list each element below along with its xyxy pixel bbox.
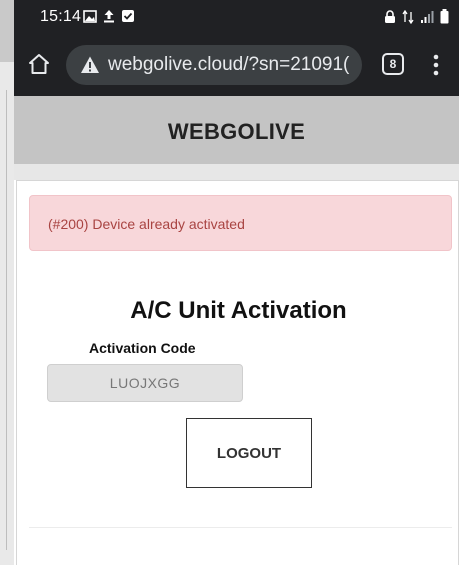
- check-box-icon: [122, 10, 134, 22]
- background-window-border: [6, 90, 7, 550]
- status-notification-icons: [83, 9, 135, 23]
- lock-icon: [385, 9, 395, 23]
- tab-count: 8: [389, 57, 397, 71]
- tabs-icon[interactable]: 8: [382, 53, 404, 75]
- alert-message: (#200) Device already activated: [48, 216, 245, 232]
- browser-toolbar: webgolive.cloud/?sn=21091( 8: [14, 34, 459, 96]
- site-header: WEBGOLIVE: [14, 96, 459, 164]
- address-bar[interactable]: webgolive.cloud/?sn=21091(: [66, 45, 362, 85]
- activation-card: (#200) Device already activated A/C Unit…: [16, 180, 459, 565]
- phone-screen: 15:14 webgolive.cloud/?sn=21091(8 WEBGO…: [14, 0, 459, 565]
- url-text[interactable]: webgolive.cloud/?sn=21091(: [108, 54, 349, 76]
- logout-button[interactable]: LOGOUT: [186, 418, 312, 488]
- home-icon[interactable]: [28, 53, 50, 75]
- more-vert-icon[interactable]: [428, 51, 444, 79]
- network-arrows-icon: [402, 9, 414, 24]
- card-divider: [29, 527, 452, 528]
- background-window-header: [0, 0, 14, 62]
- battery-icon: [440, 9, 449, 24]
- signal-icon: [421, 10, 434, 23]
- status-time: 15:14: [40, 8, 82, 25]
- site-title: WEBGOLIVE: [167, 119, 306, 144]
- background-window-edge: [0, 0, 14, 565]
- page-title: A/C Unit Activation: [130, 297, 347, 324]
- activation-code-label: Activation Code: [89, 340, 196, 356]
- activation-code-field[interactable]: [47, 364, 243, 402]
- status-system-icons: [384, 9, 449, 24]
- warning-icon[interactable]: [80, 55, 100, 75]
- status-bar: 15:14: [14, 0, 459, 34]
- image-icon: [83, 9, 97, 23]
- error-alert: (#200) Device already activated: [29, 195, 452, 251]
- header-spacer: [14, 164, 459, 180]
- upload-icon: [104, 10, 114, 23]
